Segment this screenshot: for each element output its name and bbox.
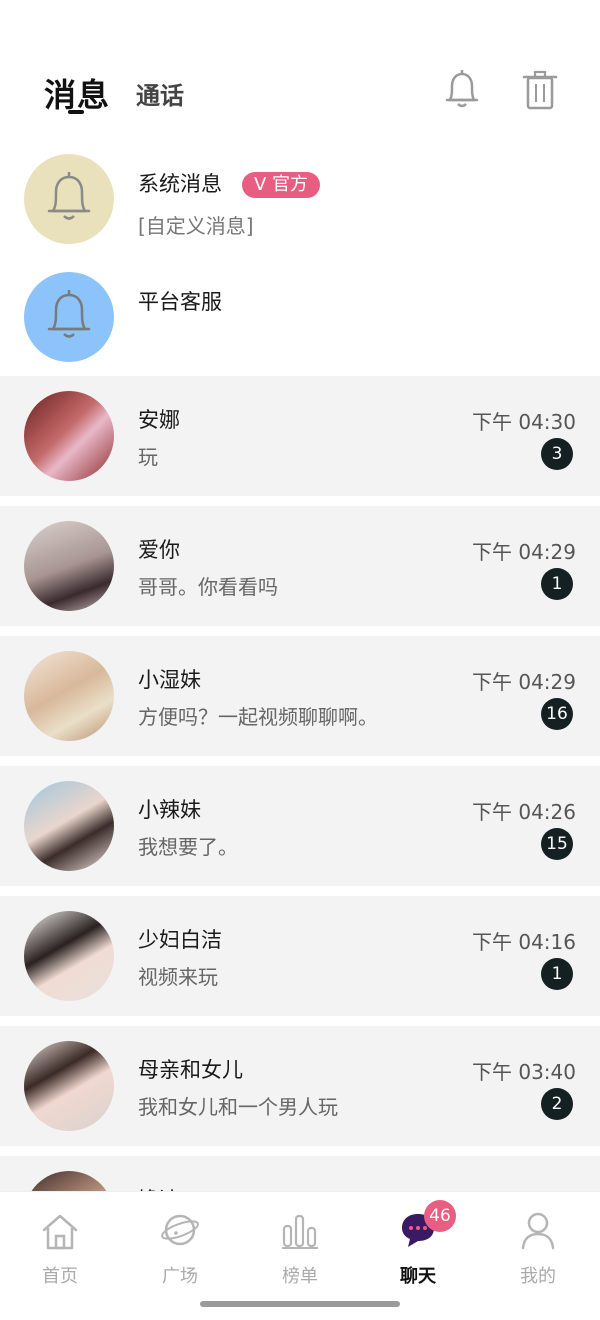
chat-name: 小湿妹 [138, 668, 201, 692]
chat-time: 下午 03:40 [472, 1060, 576, 1084]
chat-preview: 方便吗？一起视频聊聊啊。 [138, 705, 378, 729]
nav-item-ranking[interactable]: 榜单 [250, 1204, 350, 1294]
chat-row[interactable]: 小湿妹 方便吗？一起视频聊聊啊。 下午 04:29 16 [0, 636, 600, 756]
avatar[interactable] [24, 911, 114, 1001]
chat-time: 下午 04:29 [472, 540, 576, 564]
avatar[interactable] [24, 651, 114, 741]
home-indicator[interactable] [200, 1301, 400, 1307]
trash-icon[interactable] [520, 68, 560, 112]
chat-time: 下午 04:26 [472, 800, 576, 824]
unread-badge: 1 [541, 568, 573, 600]
nav-label-ranking: 榜单 [282, 1266, 318, 1287]
profile-icon [518, 1208, 558, 1252]
chat-row[interactable]: 小辣妹 我想要了。 下午 04:26 15 [0, 766, 600, 886]
chat-name: 少妇白洁 [138, 928, 222, 952]
bell-icon [43, 287, 95, 347]
avatar[interactable] [24, 781, 114, 871]
header: 消息 通话 [0, 0, 600, 140]
chat-time: 下午 04:30 [472, 410, 576, 434]
unread-badge: 1 [541, 958, 573, 990]
chat-preview: 我想要了。 [138, 835, 238, 859]
chat-time: 下午 04:16 [472, 930, 576, 954]
customer-service-row[interactable]: 平台客服 [0, 258, 600, 378]
chat-preview: 玩 [138, 445, 158, 469]
chat-name: 安娜 [138, 408, 180, 432]
chat-preview: 我和女儿和一个男人玩 [138, 1095, 338, 1119]
chat-preview: 哥哥。你看看吗 [138, 575, 278, 599]
nav-item-square[interactable]: 广场 [130, 1204, 230, 1294]
avatar[interactable] [24, 391, 114, 481]
chart-icon [280, 1208, 320, 1252]
chat-preview: 视频来玩 [138, 965, 218, 989]
chat-row[interactable]: 母亲和女儿 我和女儿和一个男人玩 下午 03:40 2 [0, 1026, 600, 1146]
nav-label-home: 首页 [42, 1266, 78, 1287]
nav-item-profile[interactable]: 我的 [488, 1204, 588, 1294]
chat-unread-badge: 46 [424, 1200, 456, 1232]
chat-row[interactable]: 爱你 哥哥。你看看吗 下午 04:29 1 [0, 506, 600, 626]
system-message-row[interactable]: 系统消息 V 官方 [自定义消息] [0, 140, 600, 260]
official-badge: V 官方 [242, 172, 321, 198]
system-subtitle: [自定义消息] [138, 214, 254, 238]
avatar[interactable] [24, 521, 114, 611]
service-avatar [24, 272, 114, 362]
avatar[interactable] [24, 1041, 114, 1131]
tab-calls[interactable]: 通话 [136, 76, 184, 111]
nav-label-profile: 我的 [520, 1266, 556, 1287]
tab-active-indicator [68, 110, 84, 114]
chat-name: 爱你 [138, 538, 180, 562]
system-avatar [24, 154, 114, 244]
chat-name: 小辣妹 [138, 798, 201, 822]
bell-icon [43, 169, 95, 229]
system-title: 系统消息 [138, 172, 222, 196]
chat-row[interactable]: 少妇白洁 视频来玩 下午 04:16 1 [0, 896, 600, 1016]
service-title: 平台客服 [138, 290, 222, 314]
nav-label-square: 广场 [162, 1266, 198, 1287]
home-icon [40, 1208, 80, 1252]
chat-row[interactable]: 安娜 玩 下午 04:30 3 [0, 376, 600, 496]
unread-badge: 3 [541, 438, 573, 470]
chat-time: 下午 04:29 [472, 670, 576, 694]
planet-icon [160, 1208, 200, 1252]
nav-item-home[interactable]: 首页 [10, 1204, 110, 1294]
nav-label-chat: 聊天 [400, 1266, 436, 1287]
chat-name: 母亲和女儿 [138, 1058, 243, 1082]
unread-badge: 15 [541, 828, 573, 860]
unread-badge: 16 [541, 698, 573, 730]
bell-icon[interactable] [442, 68, 482, 112]
unread-badge: 2 [541, 1088, 573, 1120]
